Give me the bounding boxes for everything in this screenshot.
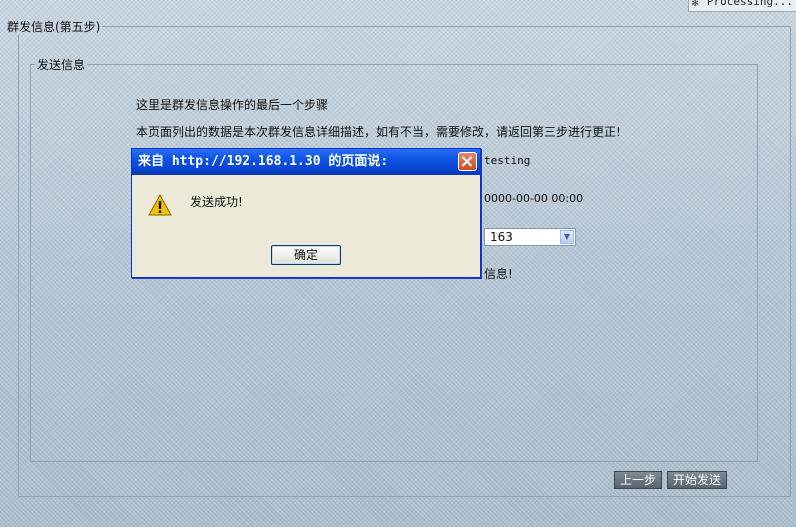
step-intro-text: 这里是群发信息操作的最后一个步骤 — [136, 98, 329, 112]
processing-indicator: ✻ Processing... — [687, 0, 796, 12]
warning-icon — [148, 193, 172, 216]
send-info-legend: 发送信息 — [37, 58, 86, 72]
trailing-info-text: 信息! — [484, 267, 513, 281]
processing-label: Processing... — [706, 0, 793, 8]
send-time-value: 0000-00-00 00:00 — [484, 192, 584, 205]
message-title-value: testing — [484, 154, 531, 167]
dialog-titlebar[interactable]: 来自 http://192.168.1.30 的页面说: — [132, 149, 480, 175]
account-select-value: 163 — [490, 230, 513, 244]
previous-step-button[interactable]: 上一步 — [614, 471, 663, 489]
account-select[interactable]: 163 ▼ — [484, 228, 576, 246]
spinner-icon: ✻ — [691, 0, 699, 9]
start-send-button[interactable]: 开始发送 — [667, 471, 728, 489]
chevron-down-icon[interactable]: ▼ — [560, 230, 574, 244]
alert-dialog: 来自 http://192.168.1.30 的页面说: 发送成功! 确定 — [131, 148, 481, 278]
dialog-message: 发送成功! — [190, 195, 243, 209]
step-description-text: 本页面列出的数据是本次群发信息详细描述，如有不当，需要修改，请返回第三步进行更正… — [136, 125, 621, 139]
close-icon[interactable] — [458, 152, 477, 171]
step-five-legend: 群发信息(第五步) — [7, 20, 101, 34]
ok-button[interactable]: 确定 — [271, 245, 341, 265]
dialog-title: 来自 http://192.168.1.30 的页面说: — [138, 154, 389, 169]
